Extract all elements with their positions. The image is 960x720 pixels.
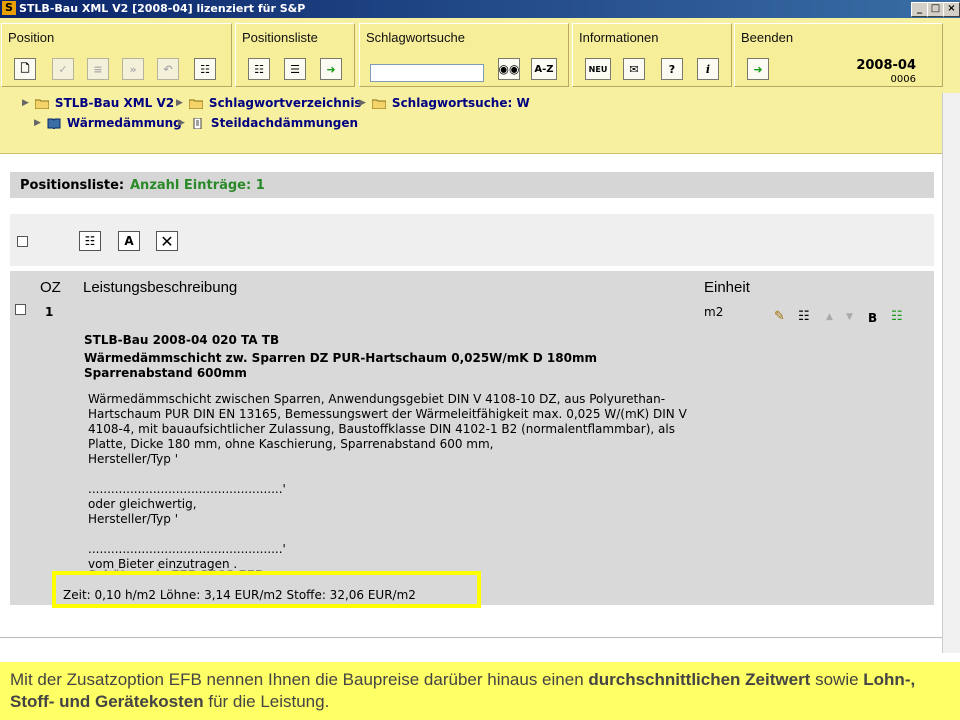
position-long-text: Wärmedämmschicht zwischen Sparren, Anwen…: [88, 392, 687, 571]
export-document-icon[interactable]: ☷: [891, 309, 903, 324]
delete-icon[interactable]: ✕: [156, 231, 178, 251]
group-label-beenden: Beenden: [741, 30, 794, 45]
caption-text: Mit der Zusatzoption EFB nennen Ihnen di…: [10, 669, 950, 713]
breadcrumb-label: Steildachdämmungen: [210, 116, 359, 130]
triangle-right-icon: ▶: [22, 98, 29, 108]
mail-icon[interactable]: ✉: [623, 58, 645, 80]
actions-bar: ☷ A ✕: [10, 214, 934, 266]
caption-bold-time: durchschnittlichen Zeitwert: [588, 670, 811, 689]
efb-highlight-box: Zeit: 0,10 h/m2 Löhne: 3,14 EUR/m2 Stoff…: [52, 571, 481, 608]
position-group: Position 🗋 ✓ ≡ » ↶ ☷: [1, 23, 232, 87]
binoculars-icon[interactable]: ◉◉: [498, 58, 520, 80]
entry-count: Anzahl Einträge: 1: [130, 178, 265, 193]
breadcrumb-label: Schlagwortverzeichnis: [208, 96, 362, 110]
triangle-right-icon: ▶: [178, 118, 185, 128]
folder-icon: [34, 99, 49, 109]
breadcrumb-item-stlb[interactable]: ▶ STLB-Bau XML V2: [22, 96, 174, 110]
breadcrumb-label: Schlagwortsuche: W: [391, 96, 530, 110]
document-a-icon[interactable]: A: [118, 231, 140, 251]
triangle-right-icon: ▶: [176, 98, 183, 108]
restore-button[interactable]: □: [927, 2, 944, 17]
document-export-icon[interactable]: ☷: [194, 58, 216, 80]
check-icon[interactable]: ✓: [52, 58, 74, 80]
panel-title: Positionsliste:: [20, 178, 125, 193]
schlagwortsuche-group: Schlagwortsuche ◉◉ A-Z: [359, 23, 569, 87]
build-number: 0006: [890, 74, 916, 85]
undo-icon[interactable]: ↶: [157, 58, 179, 80]
window-title: STLB-Bau XML V2 [2008-04] lizenziert für…: [19, 2, 306, 15]
breadcrumb-label: Wärmedämmung: [66, 116, 182, 130]
app-logo-icon: S: [2, 1, 16, 15]
efb-values: Zeit: 0,10 h/m2 Löhne: 3,14 EUR/m2 Stoff…: [63, 588, 416, 602]
folder-icon: [371, 99, 386, 109]
exit-icon[interactable]: ➜: [747, 58, 769, 80]
breadcrumb-item-waermedaemmung[interactable]: ▶ Wärmedämmung: [34, 116, 182, 130]
row-oz: 1: [45, 305, 54, 319]
triangle-right-icon: ▶: [34, 118, 41, 128]
informationen-group: Informationen NEU ✉ ? i: [572, 23, 732, 87]
list-document-icon[interactable]: ☰: [284, 58, 306, 80]
column-header-unit: Einheit: [704, 279, 750, 296]
breadcrumb-item-steildachdaemmungen[interactable]: ▶ Steildachdämmungen: [178, 116, 358, 130]
row-unit: m2: [704, 305, 724, 319]
list-icon[interactable]: ≡: [87, 58, 109, 80]
select-all-checkbox[interactable]: [17, 236, 28, 247]
triangle-right-icon: ▶: [359, 98, 366, 108]
group-label-position: Position: [8, 30, 55, 45]
scrollbar[interactable]: [942, 93, 960, 653]
panel-header: Positionsliste: Anzahl Einträge: 1: [10, 172, 934, 198]
positionsliste-group: Positionsliste ☷ ☰ ➜: [235, 23, 355, 87]
toolbar: Position 🗋 ✓ ≡ » ↶ ☷ Positionsliste ☷ ☰ …: [0, 18, 960, 93]
column-header-description: Leistungsbeschreibung: [83, 279, 238, 296]
export-arrow-icon[interactable]: ➜: [320, 58, 342, 80]
copy-list-icon[interactable]: ☷: [248, 58, 270, 80]
column-header-oz: OZ: [40, 279, 61, 296]
row-checkbox[interactable]: [15, 304, 26, 315]
b-button[interactable]: B: [868, 311, 877, 325]
open-book-icon: [47, 118, 61, 129]
caption-part: Mit der Zusatzoption EFB nennen Ihnen di…: [10, 670, 589, 689]
document-icon: [193, 117, 202, 129]
document-list-icon[interactable]: ☷: [79, 231, 101, 251]
breadcrumb-item-schlagwortsuche[interactable]: ▶ Schlagwortsuche: W: [359, 96, 530, 110]
caption-banner: Mit der Zusatzoption EFB nennen Ihnen di…: [0, 662, 960, 720]
info-icon[interactable]: i: [697, 58, 719, 80]
move-up-icon[interactable]: ▲: [826, 312, 833, 322]
position-short-text: Wärmedämmschicht zw. Sparren DZ PUR-Hart…: [84, 351, 597, 380]
group-label-informationen: Informationen: [579, 30, 659, 45]
position-code: STLB-Bau 2008-04 020 TA TB: [84, 333, 280, 347]
caption-part: sowie: [810, 670, 864, 689]
search-input[interactable]: [370, 64, 484, 82]
forward-icon[interactable]: »: [122, 58, 144, 80]
group-label-positionsliste: Positionsliste: [242, 30, 318, 45]
copy-document-icon[interactable]: ☷: [798, 309, 810, 324]
version-number: 2008-04: [856, 58, 916, 73]
breadcrumb-label: STLB-Bau XML V2: [54, 96, 175, 110]
caption-part: für die Leistung.: [203, 692, 330, 711]
edit-pencil-icon[interactable]: ✎: [774, 309, 785, 324]
close-button[interactable]: ×: [943, 2, 960, 17]
minimize-button[interactable]: _: [911, 2, 928, 17]
title-bar: S STLB-Bau XML V2 [2008-04] lizenziert f…: [0, 0, 960, 18]
new-document-icon[interactable]: 🗋: [14, 58, 36, 80]
help-icon[interactable]: ?: [661, 58, 683, 80]
beenden-group: Beenden ➜ 2008-04 0006: [734, 23, 943, 87]
positions-table: OZ Leistungsbeschreibung Einheit 1 m2 ✎ …: [10, 271, 934, 605]
group-label-schlagwortsuche: Schlagwortsuche: [366, 30, 465, 45]
breadcrumb-item-schlagwortverzeichnis[interactable]: ▶ Schlagwortverzeichnis: [176, 96, 362, 110]
version-label: 2008-04 0006: [856, 58, 916, 85]
move-down-icon[interactable]: ▼: [846, 312, 853, 322]
divider: [0, 637, 942, 638]
new-badge-button[interactable]: NEU: [585, 58, 611, 80]
folder-icon: [188, 99, 203, 109]
a-z-button[interactable]: A-Z: [531, 58, 557, 80]
breadcrumb: ▶ STLB-Bau XML V2 ▶ Schlagwortverzeichni…: [0, 93, 942, 154]
